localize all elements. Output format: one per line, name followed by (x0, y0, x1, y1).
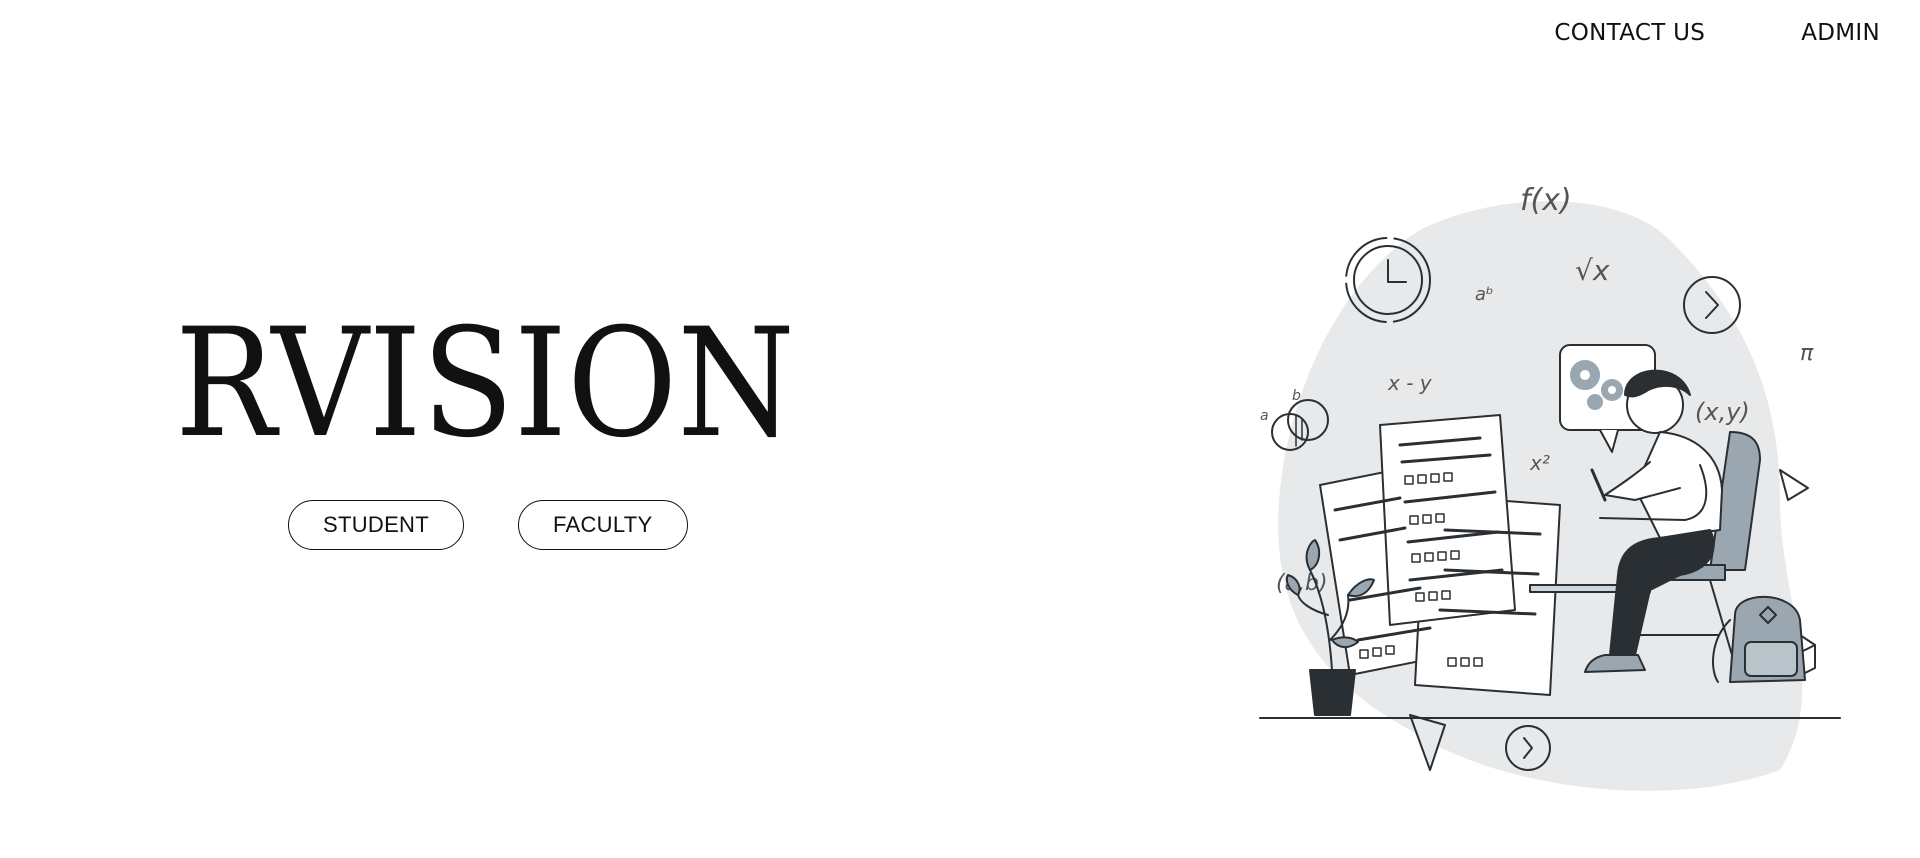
symbol-x-minus-y: x - y (1387, 371, 1433, 395)
nav-admin[interactable]: ADMIN (1801, 20, 1880, 46)
brand-name: RVISION (175, 300, 795, 470)
symbol-ab-power: aᵇ (1475, 284, 1494, 305)
illustration-svg: f(x) aᵇ √x x - y x² (x,y) (a,b) a b π (1259, 183, 1841, 791)
symbol-pi: π (1800, 341, 1814, 366)
symbol-sqrt-x: √x (1575, 254, 1610, 287)
landing-page: CONTACT US ADMIN RVISION STUDENT FACULTY… (0, 0, 1920, 858)
symbol-fx: f(x) (1520, 183, 1572, 218)
brand-logo-wordmark: RVISION (175, 300, 795, 470)
symbol-xy-tuple: (x,y) (1695, 398, 1750, 426)
student-button[interactable]: STUDENT (288, 500, 464, 550)
brand-logo: RVISION (175, 300, 815, 470)
top-nav: CONTACT US ADMIN (1554, 20, 1880, 46)
triangle-icon (1779, 469, 1809, 501)
faculty-button[interactable]: FACULTY (518, 500, 688, 550)
triangle-ruler-icon (1409, 714, 1446, 771)
role-buttons: STUDENT FACULTY (288, 500, 688, 550)
nav-contact-us[interactable]: CONTACT US (1554, 20, 1705, 46)
symbol-a: a (1260, 408, 1269, 424)
student-exam-illustration: f(x) aᵇ √x x - y x² (x,y) (a,b) a b π (1240, 170, 1860, 820)
symbol-x-squared: x² (1529, 451, 1550, 475)
